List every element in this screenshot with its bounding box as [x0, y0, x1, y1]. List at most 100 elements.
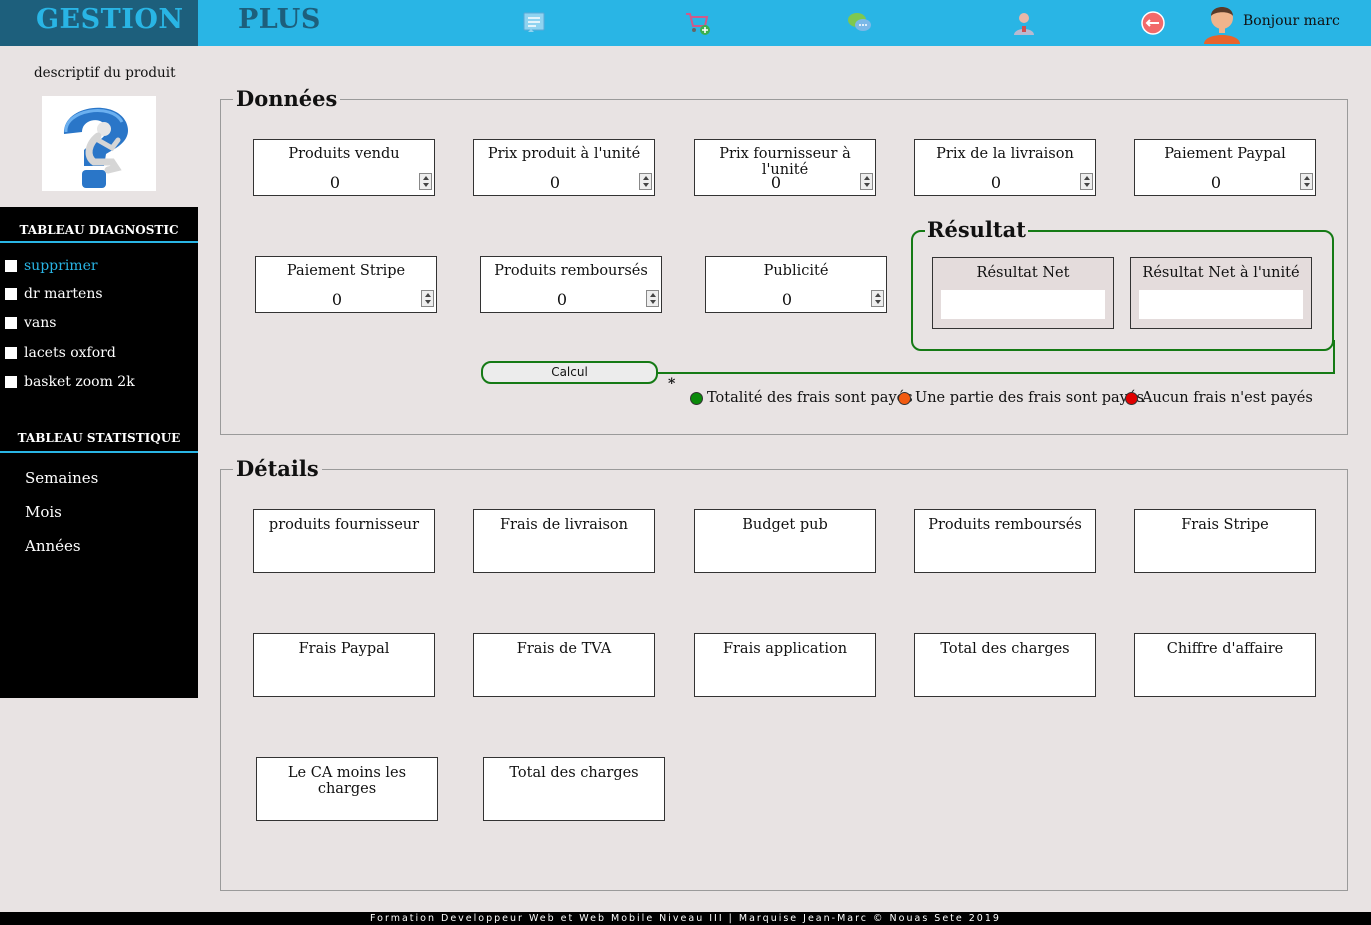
orange-dot-icon — [898, 391, 911, 405]
spinner-arrows-icon[interactable] — [1080, 173, 1093, 190]
status-legend-partial-paid: Une partie des frais sont payés — [898, 390, 1144, 406]
green-dot-icon — [690, 391, 703, 405]
footer: Formation Developpeur Web et Web Mobile … — [0, 912, 1371, 925]
spinner-arrows-icon[interactable] — [860, 173, 873, 190]
field-label: Publicité — [763, 263, 829, 279]
details-legend: Détails — [233, 458, 322, 480]
status-legend-label: Totalité des frais sont payés — [707, 390, 913, 406]
resultat-net-unite-box: Résultat Net à l'unité — [1130, 257, 1312, 329]
checkbox[interactable] — [5, 376, 17, 388]
sidebar-menu: TABLEAU DIAGNOSTIC supprimer dr martens … — [0, 207, 198, 698]
status-legend-none-paid: Aucun frais n'est payés — [1125, 390, 1313, 406]
sidebar-item-supprimer[interactable]: supprimer — [5, 258, 98, 274]
field-paiement-stripe[interactable]: Paiement Stripe 0 — [255, 256, 437, 313]
heading-divider — [0, 451, 198, 453]
sidebar-item-vans[interactable]: vans — [5, 315, 56, 331]
top-navbar: GESTION PLUS Bonjour marc — [0, 0, 1371, 46]
number-input[interactable]: 0 — [706, 290, 868, 309]
status-legend-all-paid: Totalité des frais sont payés — [690, 390, 913, 406]
status-legend-label: Une partie des frais sont payés — [915, 390, 1144, 406]
detail-frais-application: Frais application — [694, 633, 876, 697]
field-label: Paiement Paypal — [1164, 146, 1286, 162]
field-prix-fournisseur-unite[interactable]: Prix fournisseur à l'unité 0 — [694, 139, 876, 196]
status-legend-label: Aucun frais n'est payés — [1142, 390, 1313, 406]
product-description-label: descriptif du produit — [34, 65, 176, 81]
spinner-arrows-icon[interactable] — [871, 290, 884, 307]
field-paiement-paypal[interactable]: Paiement Paypal 0 — [1134, 139, 1316, 196]
detail-frais-stripe: Frais Stripe — [1134, 509, 1316, 573]
field-prix-livraison[interactable]: Prix de la livraison 0 — [914, 139, 1096, 196]
spinner-arrows-icon[interactable] — [419, 173, 432, 190]
resultat-net-label: Résultat Net — [976, 265, 1070, 281]
detail-frais-paypal: Frais Paypal — [253, 633, 435, 697]
detail-label: Frais Stripe — [1181, 517, 1269, 533]
checkbox[interactable] — [5, 347, 17, 359]
detail-frais-livraison: Frais de livraison — [473, 509, 655, 573]
field-label: Prix produit à l'unité — [487, 146, 641, 162]
detail-produits-rembourses: Produits remboursés — [914, 509, 1096, 573]
chat-icon[interactable] — [846, 9, 874, 37]
number-input[interactable]: 0 — [256, 290, 418, 309]
number-input[interactable]: 0 — [915, 173, 1077, 192]
resultat-net-unite-output — [1139, 290, 1303, 319]
detail-label: Chiffre d'affaire — [1166, 641, 1284, 657]
asterisk-note: * — [668, 376, 676, 392]
detail-label: Frais application — [722, 641, 848, 657]
field-publicite[interactable]: Publicité 0 — [705, 256, 887, 313]
field-label: Produits remboursés — [494, 263, 648, 279]
stat-link-semaines[interactable]: Semaines — [25, 469, 98, 487]
number-input[interactable]: 0 — [1135, 173, 1297, 192]
red-dot-icon — [1125, 391, 1138, 405]
greeting-text: Bonjour marc — [1243, 13, 1340, 29]
detail-label: Total des charges — [940, 641, 1070, 657]
logout-icon[interactable] — [1139, 9, 1167, 37]
stat-link-mois[interactable]: Mois — [25, 503, 62, 521]
connector-line — [657, 372, 1335, 374]
detail-total-charges: Total des charges — [914, 633, 1096, 697]
detail-chiffre-affaire: Chiffre d'affaire — [1134, 633, 1316, 697]
detail-label: Total des charges — [509, 765, 639, 781]
detail-budget-pub: Budget pub — [694, 509, 876, 573]
spinner-arrows-icon[interactable] — [639, 173, 652, 190]
sidebar-item-label: lacets oxford — [24, 345, 116, 361]
number-input[interactable]: 0 — [474, 173, 636, 192]
number-input[interactable]: 0 — [481, 290, 643, 309]
field-produits-rembourses[interactable]: Produits remboursés 0 — [480, 256, 662, 313]
field-produits-vendu[interactable]: Produits vendu 0 — [253, 139, 435, 196]
sidebar-item-label: dr martens — [24, 286, 103, 302]
field-label: Paiement Stripe — [286, 263, 406, 279]
checkbox[interactable] — [5, 260, 17, 272]
detail-label: Produits remboursés — [928, 517, 1082, 533]
list-icon[interactable] — [520, 9, 548, 37]
cart-add-icon[interactable] — [684, 9, 712, 37]
spinner-arrows-icon[interactable] — [646, 290, 659, 307]
detail-label: produits fournisseur — [268, 517, 420, 533]
number-input[interactable]: 0 — [695, 173, 857, 192]
field-label: Prix de la livraison — [936, 146, 1074, 162]
spinner-arrows-icon[interactable] — [421, 290, 434, 307]
resultat-net-output — [941, 290, 1105, 319]
resultat-legend: Résultat — [925, 217, 1028, 242]
calcul-button[interactable]: Calcul — [481, 361, 658, 384]
checkbox[interactable] — [5, 288, 17, 300]
heading-divider — [0, 241, 198, 243]
detail-label: Frais Paypal — [298, 641, 390, 657]
connector-line — [1333, 340, 1335, 374]
sidebar-item-lacets-oxford[interactable]: lacets oxford — [5, 345, 116, 361]
sidebar-product-panel: descriptif du produit — [0, 46, 198, 207]
avatar[interactable] — [1200, 2, 1244, 44]
user-icon[interactable] — [1010, 9, 1038, 37]
sidebar-item-dr-martens[interactable]: dr martens — [5, 286, 103, 302]
checkbox[interactable] — [5, 317, 17, 329]
field-label: Produits vendu — [288, 146, 400, 162]
detail-label: Frais de TVA — [516, 641, 612, 657]
diagnostic-heading: TABLEAU DIAGNOSTIC — [19, 223, 179, 237]
product-image — [42, 96, 156, 191]
brand-gestion: GESTION — [36, 4, 184, 35]
spinner-arrows-icon[interactable] — [1300, 173, 1313, 190]
sidebar-item-basket-zoom-2k[interactable]: basket zoom 2k — [5, 374, 135, 390]
field-prix-produit-unite[interactable]: Prix produit à l'unité 0 — [473, 139, 655, 196]
statistics-heading: TABLEAU STATISTIQUE — [17, 431, 181, 445]
number-input[interactable]: 0 — [254, 173, 416, 192]
stat-link-annees[interactable]: Années — [25, 537, 81, 555]
